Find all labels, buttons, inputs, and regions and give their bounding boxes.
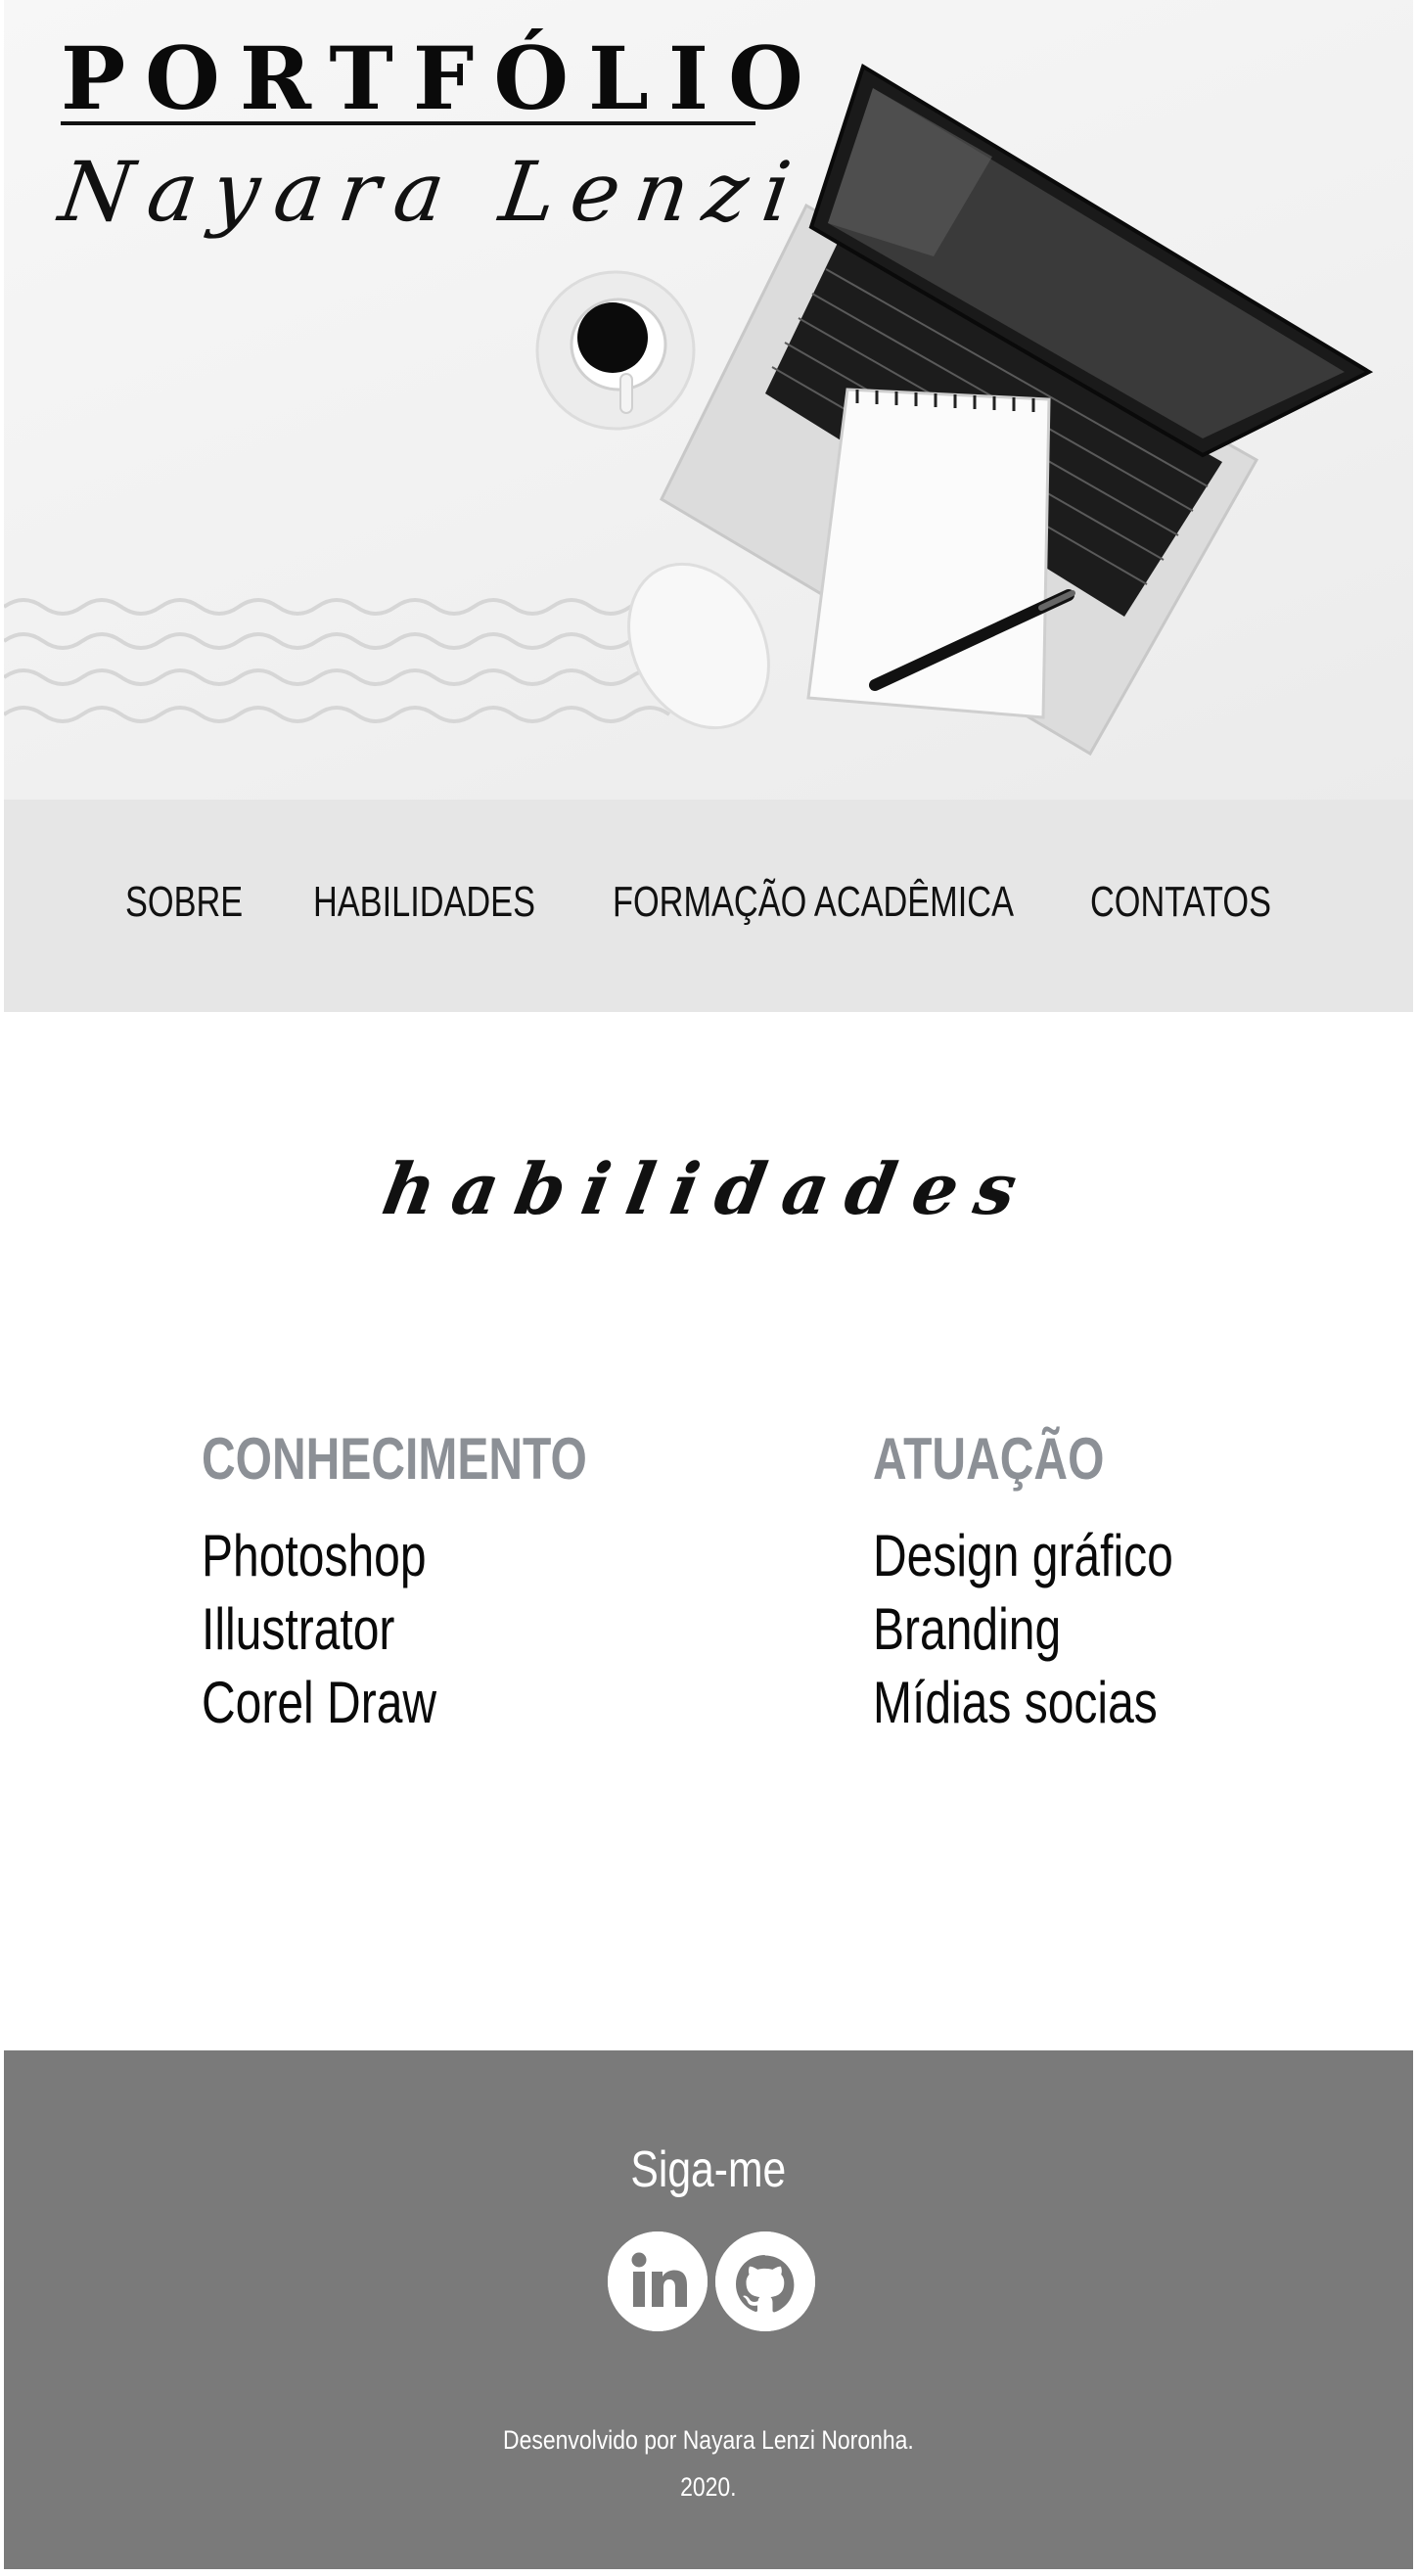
nav-item-contatos[interactable]: CONTATOS [1090,878,1271,927]
list-item: Illustrator [202,1596,395,1662]
practice-column: ATUAÇÃO Design gráfico Branding Mídias s… [873,1427,1249,1739]
github-icon [715,2231,815,2331]
linkedin-link[interactable] [608,2231,708,2331]
credit-year: 2020. [680,2472,737,2502]
practice-list: Design gráfico Branding Mídias socias [873,1519,1249,1739]
hero-banner: PORTFÓLIO Nayara Lenzi [4,0,1413,800]
section-title: habilidades [376,1147,1041,1230]
credit-text: Desenvolvido por Nayara Lenzi Noronha. [503,2425,914,2455]
list-item: Mídias socias [873,1670,1158,1735]
knowledge-heading: CONHECIMENTO [202,1426,587,1492]
list-item: Photoshop [202,1523,427,1588]
knowledge-column: CONHECIMENTO Photoshop Illustrator Corel… [202,1427,683,1739]
knowledge-list: Photoshop Illustrator Corel Draw [202,1519,683,1739]
main-nav: SOBRE HABILIDADES FORMAÇÃO ACADÊMICA CON… [4,800,1413,1012]
title-underline [61,121,755,125]
list-item: Corel Draw [202,1670,437,1735]
linkedin-icon [608,2231,708,2331]
signature-name: Nayara Lenzi [54,144,812,240]
list-item: Branding [873,1596,1062,1662]
footer: Siga-me Desenvolvido por Nayara Lenzi No… [4,2050,1413,2569]
page: PORTFÓLIO Nayara Lenzi SOBRE HABILIDADES… [4,0,1413,2576]
nav-item-formacao-academica[interactable]: FORMAÇÃO ACADÊMICA [613,878,1014,927]
github-link[interactable] [715,2231,815,2331]
list-item: Design gráfico [873,1523,1173,1588]
nav-item-sobre[interactable]: SOBRE [125,878,243,927]
follow-label: Siga-me [630,2141,787,2198]
coffee-cup-icon [535,270,696,431]
nav-item-habilidades[interactable]: HABILIDADES [313,878,535,927]
practice-heading: ATUAÇÃO [873,1426,1105,1492]
portfolio-title: PORTFÓLIO [61,27,823,129]
